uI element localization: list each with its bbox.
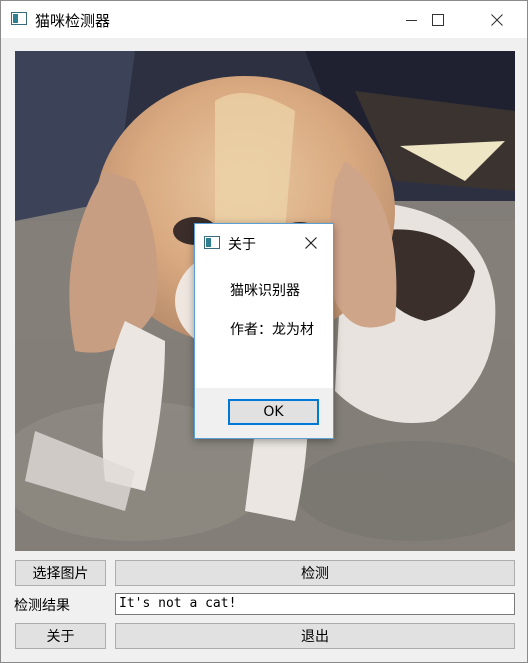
dialog-ok-button[interactable]: OK: [228, 399, 319, 425]
detect-button[interactable]: 检测: [115, 560, 515, 586]
close-icon: [305, 237, 317, 249]
about-dialog: 关于 猫咪识别器 作者：龙为材 OK: [194, 223, 334, 439]
dialog-app-name: 猫咪识别器: [230, 283, 300, 299]
dialog-author: 作者：龙为材: [230, 322, 314, 338]
app-icon: [11, 12, 27, 25]
maximize-button[interactable]: [415, 1, 461, 38]
dialog-title-bar[interactable]: 关于: [195, 224, 333, 260]
result-field[interactable]: It's not a cat!: [115, 593, 515, 615]
dialog-close-button[interactable]: [299, 232, 323, 254]
maximize-icon: [432, 13, 444, 26]
select-image-button[interactable]: 选择图片: [15, 560, 106, 586]
about-button[interactable]: 关于: [15, 623, 106, 649]
dialog-body: 猫咪识别器 作者：龙为材: [195, 260, 333, 388]
close-icon: [491, 13, 503, 26]
title-bar[interactable]: 猫咪检测器: [1, 1, 527, 38]
close-button[interactable]: [474, 1, 520, 38]
dialog-title: 关于: [228, 237, 256, 253]
result-label: 检测结果: [14, 598, 70, 614]
exit-button[interactable]: 退出: [115, 623, 515, 649]
dialog-app-icon: [204, 236, 220, 249]
window-title: 猫咪检测器: [35, 12, 111, 30]
